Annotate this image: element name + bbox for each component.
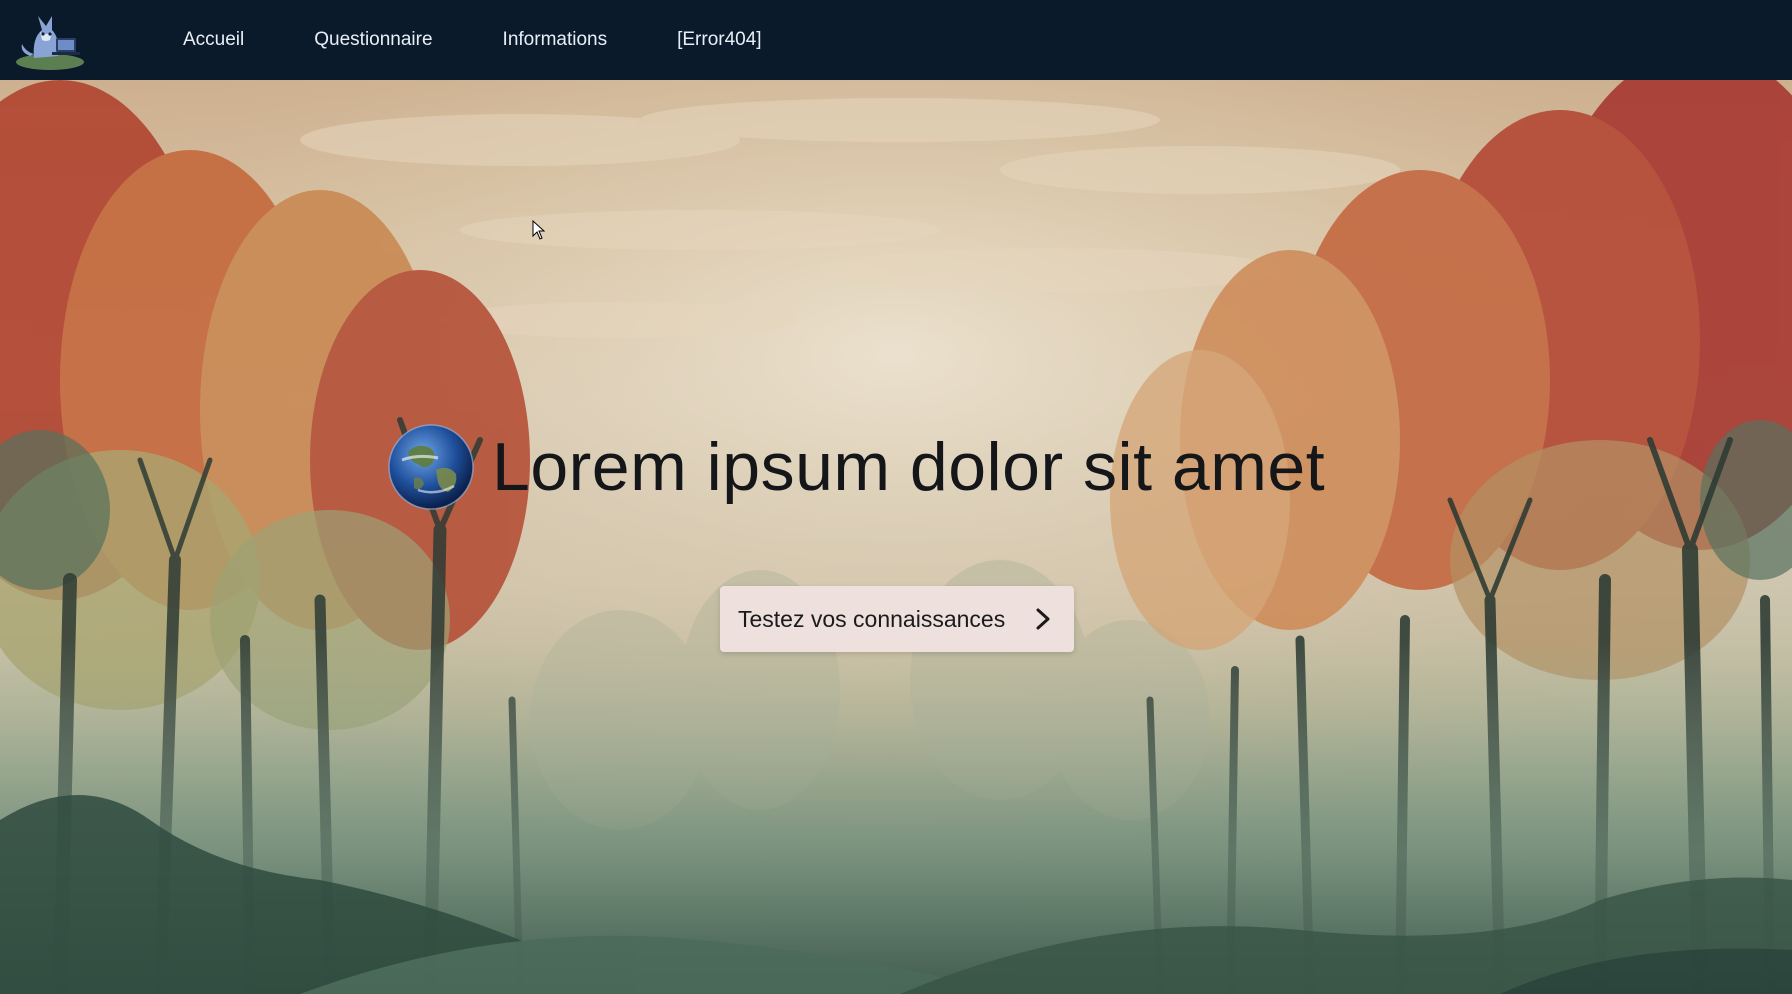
nav-link-informations[interactable]: Informations (503, 29, 608, 51)
page: Accueil Questionnaire Informations [Erro… (0, 0, 1792, 994)
hero-heading: Lorem ipsum dolor sit amet (388, 422, 1325, 512)
hero-title: Lorem ipsum dolor sit amet (492, 429, 1326, 505)
earth-globe-icon (388, 424, 474, 510)
hero-section: Lorem ipsum dolor sit amet Testez vos co… (0, 80, 1792, 994)
nav-link-error404[interactable]: [Error404] (677, 29, 761, 51)
cta-label: Testez vos connaissances (738, 605, 1006, 632)
nav-link-questionnaire[interactable]: Questionnaire (314, 29, 432, 51)
nav-link-accueil[interactable]: Accueil (183, 29, 244, 51)
test-knowledge-button[interactable]: Testez vos connaissances (720, 586, 1074, 652)
fox-laptop-logo-icon[interactable] (12, 8, 88, 72)
mouse-cursor-icon (532, 220, 546, 240)
top-navbar: Accueil Questionnaire Informations [Erro… (0, 0, 1792, 80)
nav-links: Accueil Questionnaire Informations [Erro… (183, 0, 762, 80)
chevron-right-icon (1036, 608, 1050, 630)
forest-background-image (0, 80, 1792, 994)
